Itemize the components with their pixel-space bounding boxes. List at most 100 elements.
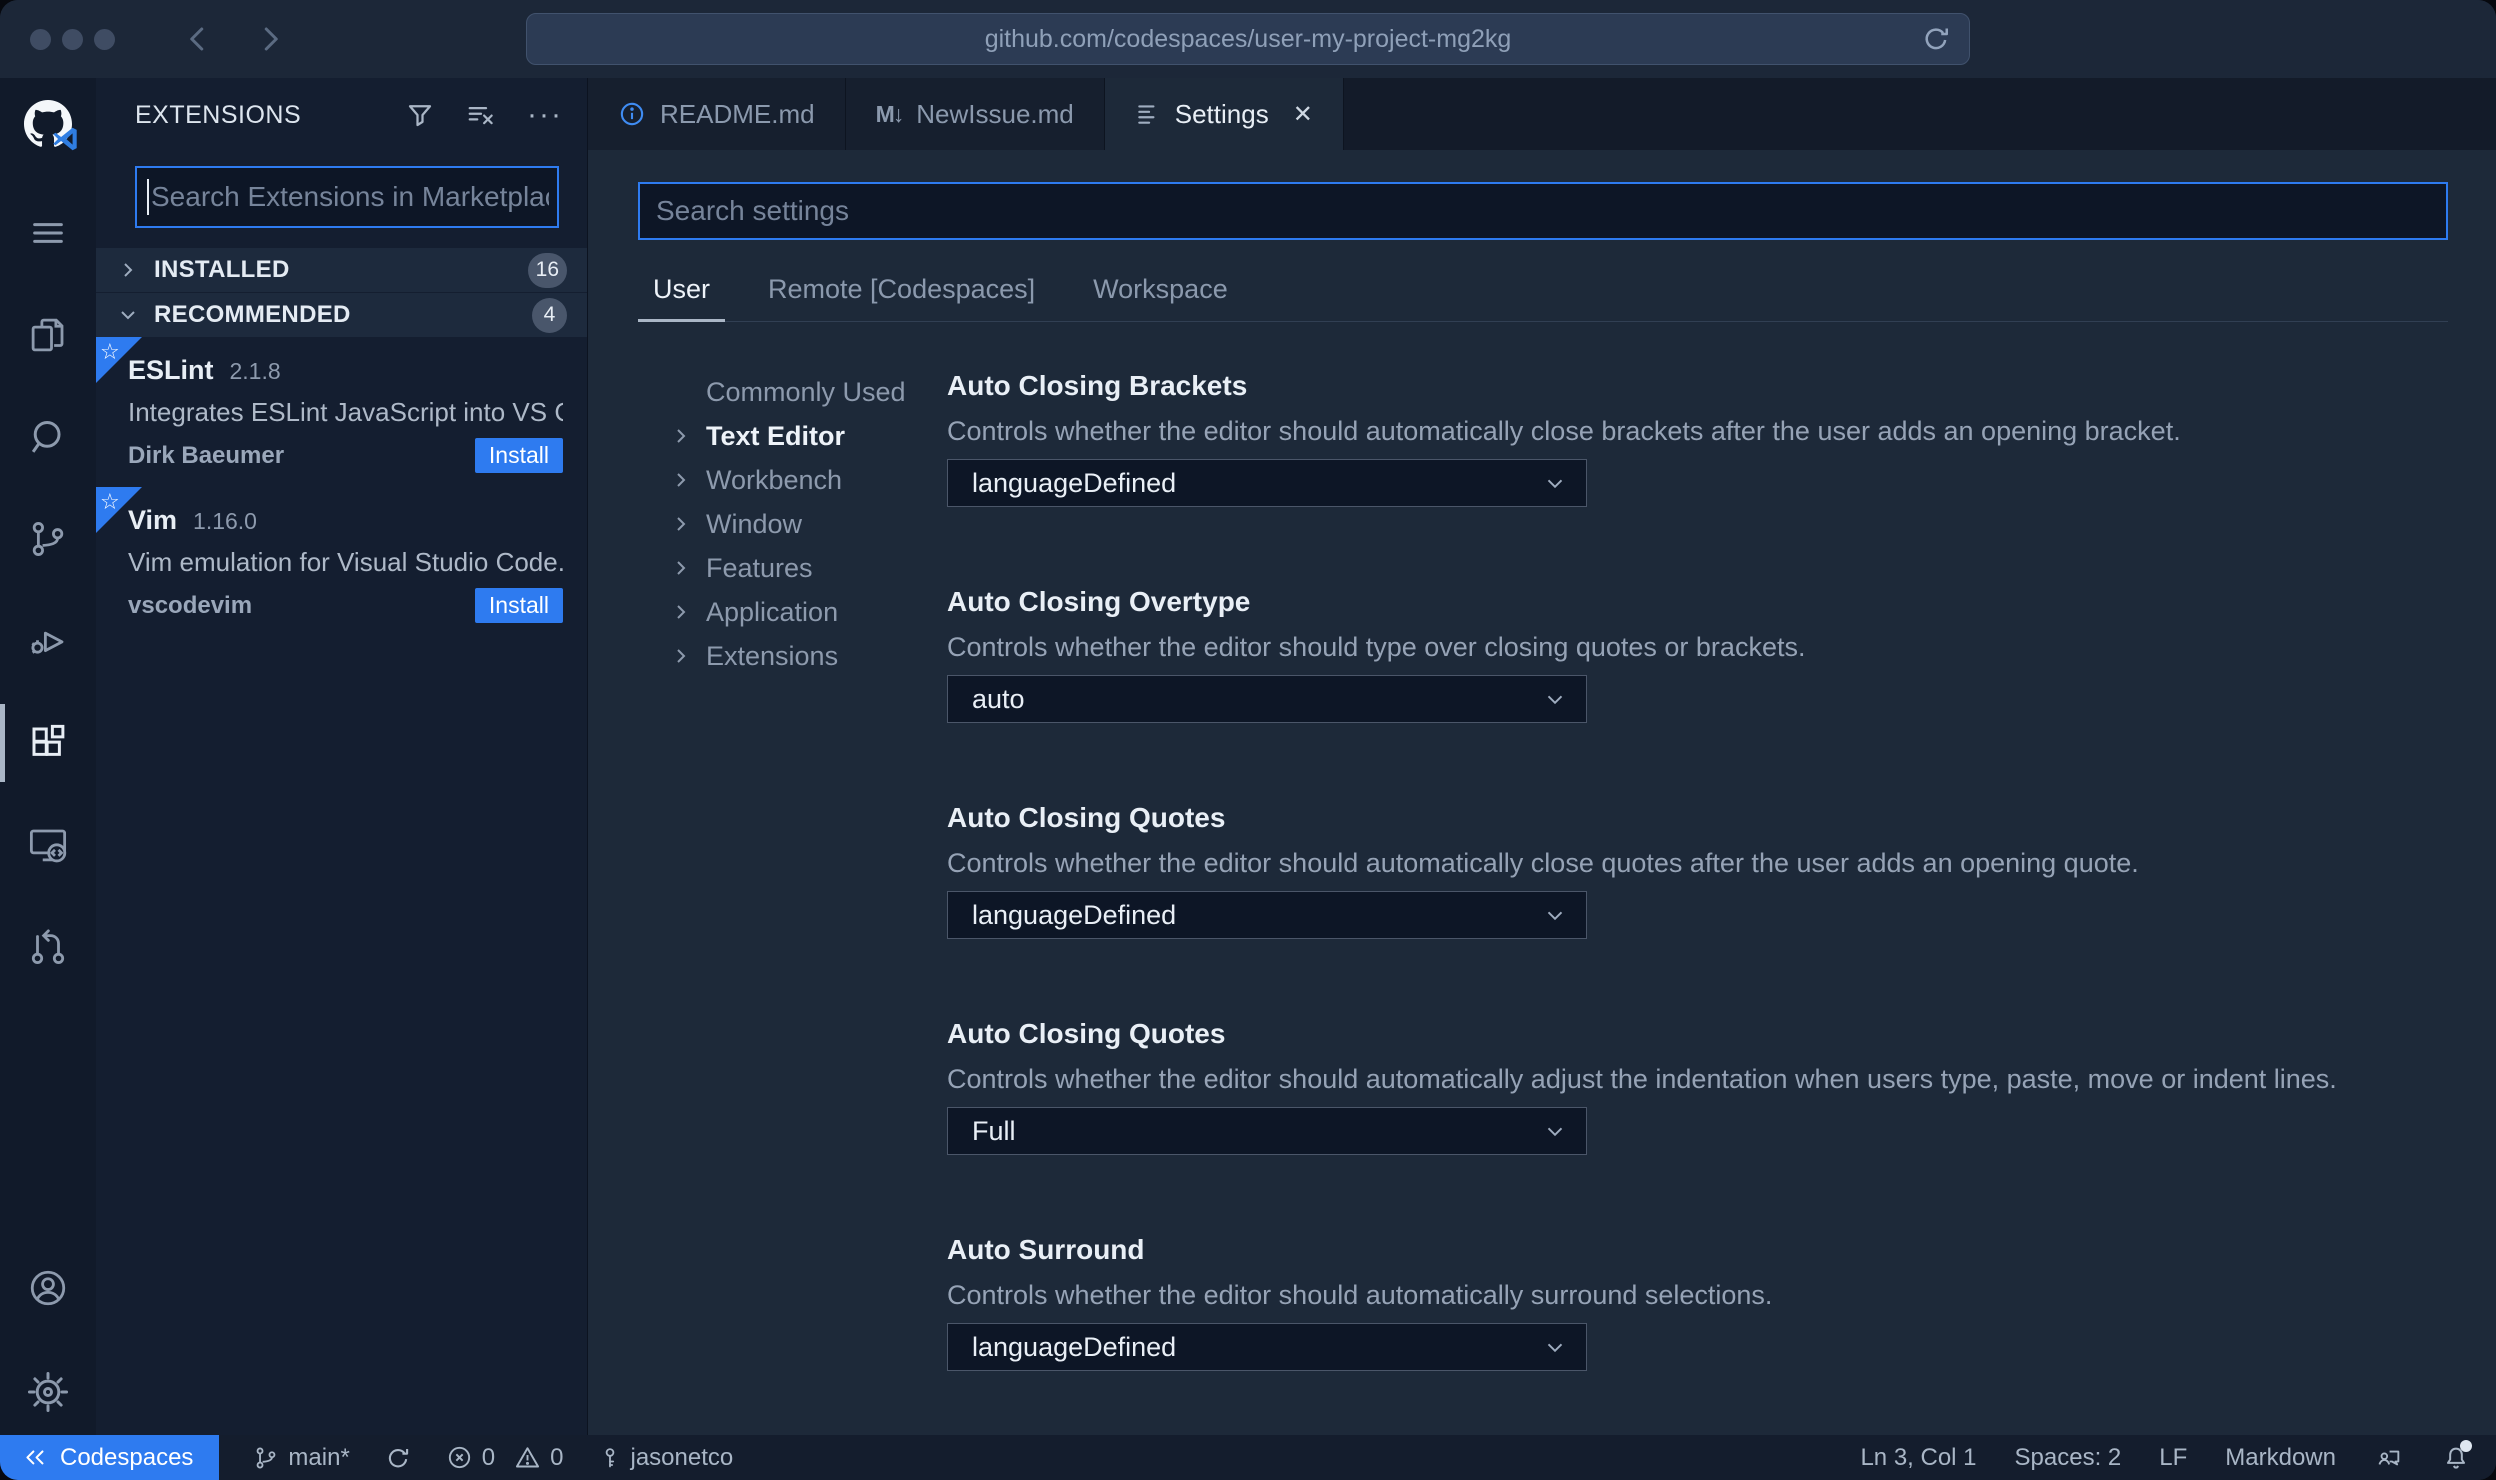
settings-scope-tabs: User Remote [Codespaces] Workspace: [638, 260, 2448, 322]
browser-chrome: github.com/codespaces/user-my-project-mg…: [0, 0, 2496, 78]
chevron-down-icon: [1542, 470, 1568, 496]
explorer-icon[interactable]: [0, 306, 96, 364]
indentation[interactable]: Spaces: 2: [2015, 1444, 2122, 1472]
notifications-bell-icon[interactable]: [2442, 1439, 2472, 1472]
toc-extensions[interactable]: Extensions: [668, 634, 947, 678]
setting-dropdown[interactable]: languageDefined: [947, 459, 1587, 507]
vscode-logo-icon: [53, 127, 77, 151]
setting-description: Controls whether the editor should autom…: [947, 848, 2139, 878]
menu-icon[interactable]: [0, 204, 96, 262]
codespaces-label: Codespaces: [60, 1443, 194, 1471]
toc-application[interactable]: Application: [668, 590, 947, 634]
browser-window: github.com/codespaces/user-my-project-mg…: [0, 0, 2496, 1480]
chevron-down-icon: [1542, 902, 1568, 928]
address-bar[interactable]: github.com/codespaces/user-my-project-mg…: [526, 13, 1970, 65]
problems-indicator[interactable]: 0 0: [446, 1444, 564, 1472]
feedback-icon[interactable]: [2374, 1444, 2404, 1472]
setting-title: Auto Closing Brackets: [947, 370, 1248, 401]
setting-dropdown[interactable]: languageDefined: [947, 1323, 1587, 1371]
settings-list: Auto Closing Brackets Controls whether t…: [947, 370, 2496, 1435]
window-control-dot[interactable]: [30, 28, 51, 50]
extension-item-vim[interactable]: ☆ Vim 1.16.0 Vim emulation for Visual St…: [96, 487, 587, 637]
search-icon[interactable]: [0, 408, 96, 466]
setting-dropdown[interactable]: languageDefined: [947, 891, 1587, 939]
extensions-search-input[interactable]: [149, 181, 557, 213]
tabbar-empty: [1343, 78, 2496, 150]
editor-area: README.md M↓ NewIssue.md Settings ✕ Sear…: [588, 78, 2496, 1435]
scope-tab-remote[interactable]: Remote [Codespaces]: [753, 260, 1050, 321]
section-installed[interactable]: INSTALLED 16: [96, 248, 587, 292]
setting-description: Controls whether the editor should autom…: [947, 416, 2181, 446]
run-debug-icon[interactable]: [0, 612, 96, 670]
tab-newissue[interactable]: M↓ NewIssue.md: [845, 78, 1105, 150]
extension-item-eslint[interactable]: ☆ ESLint 2.1.8 Integrates ESLint JavaScr…: [96, 337, 587, 487]
extension-author: Dirk Baeumer: [128, 441, 285, 469]
extensions-search[interactable]: [135, 166, 559, 228]
install-button[interactable]: Install: [474, 588, 563, 623]
warning-icon: [514, 1444, 541, 1471]
scope-tab-user[interactable]: User: [638, 260, 726, 322]
toc-features[interactable]: Features: [668, 546, 947, 590]
tab-label: README.md: [660, 98, 815, 129]
refresh-icon[interactable]: [1921, 24, 1951, 54]
tab-label: Settings: [1174, 98, 1269, 129]
clear-search-results-icon[interactable]: [465, 100, 497, 130]
remote-icon: [22, 1445, 48, 1471]
filter-icon[interactable]: [405, 100, 435, 130]
settings-search[interactable]: [638, 182, 2448, 240]
extensions-sidebar: EXTENSIONS ··· INSTALLED 16 RECOMMENDED: [96, 78, 588, 1435]
setting-description: Controls whether the editor should type …: [947, 632, 1806, 662]
back-icon[interactable]: [183, 22, 213, 56]
window-controls[interactable]: [30, 28, 115, 50]
auth-user-indicator[interactable]: jasonetco: [598, 1444, 733, 1472]
language-mode[interactable]: Markdown: [2225, 1444, 2336, 1472]
chevron-right-icon: [668, 424, 694, 448]
info-icon: [618, 100, 646, 128]
chevron-down-icon: [1542, 1118, 1568, 1144]
setting-description: Controls whether the editor should autom…: [947, 1064, 2337, 1094]
github-pr-icon[interactable]: [0, 918, 96, 976]
section-recommended[interactable]: RECOMMENDED 4: [96, 293, 587, 337]
error-icon: [446, 1444, 473, 1471]
setting-auto-closing-overtype: Auto Closing Overtype Controls whether t…: [947, 586, 2496, 723]
star-icon: ☆: [100, 489, 120, 514]
setting-description: Controls whether the editor should autom…: [947, 1280, 1773, 1310]
sync-icon[interactable]: [384, 1444, 412, 1472]
tab-readme[interactable]: README.md: [588, 78, 846, 150]
scope-tab-workspace[interactable]: Workspace: [1078, 260, 1243, 321]
tab-settings[interactable]: Settings ✕: [1104, 78, 1344, 150]
window-control-dot[interactable]: [94, 28, 115, 50]
toc-workbench[interactable]: Workbench: [668, 458, 947, 502]
extension-version: 1.16.0: [193, 508, 257, 534]
codespaces-remote-indicator[interactable]: Codespaces: [0, 1435, 220, 1480]
settings-editor: User Remote [Codespaces] Workspace Commo…: [588, 150, 2496, 1435]
window-control-dot[interactable]: [62, 28, 83, 50]
branch-icon: [253, 1445, 279, 1471]
setting-dropdown[interactable]: auto: [947, 675, 1587, 723]
toc-window[interactable]: Window: [668, 502, 947, 546]
source-control-icon[interactable]: [0, 510, 96, 568]
toc-text-editor[interactable]: Text Editor: [668, 414, 947, 458]
setting-auto-closing-quotes: Auto Closing Quotes Controls whether the…: [947, 802, 2496, 939]
install-button[interactable]: Install: [474, 438, 563, 473]
settings-search-input[interactable]: [640, 195, 2446, 227]
branch-indicator[interactable]: main*: [253, 1444, 350, 1472]
account-icon[interactable]: [0, 1259, 96, 1317]
more-actions-icon[interactable]: ···: [527, 100, 563, 130]
eol-sequence[interactable]: LF: [2159, 1444, 2187, 1472]
github-codespaces-logo: [24, 100, 77, 151]
url-text: github.com/codespaces/user-my-project-mg…: [984, 24, 1512, 53]
setting-auto-closing-brackets: Auto Closing Brackets Controls whether t…: [947, 370, 2496, 507]
close-icon[interactable]: ✕: [1293, 100, 1313, 129]
setting-dropdown[interactable]: Full: [947, 1107, 1587, 1155]
extension-description: Integrates ESLint JavaScript into VS C..…: [128, 397, 563, 427]
remote-explorer-icon[interactable]: [0, 816, 96, 874]
settings-gear-icon[interactable]: [0, 1363, 96, 1421]
forward-icon[interactable]: [255, 22, 285, 56]
setting-auto-surround: Auto Surround Controls whether the edito…: [947, 1234, 2496, 1371]
chevron-down-icon: [1542, 1334, 1568, 1360]
toc-commonly-used[interactable]: Commonly Used: [668, 370, 947, 414]
status-bar: Codespaces main* 0 0 jasonetco Ln 3, Col…: [0, 1435, 2496, 1480]
extensions-icon[interactable]: [0, 704, 96, 782]
cursor-position[interactable]: Ln 3, Col 1: [1860, 1444, 1976, 1472]
